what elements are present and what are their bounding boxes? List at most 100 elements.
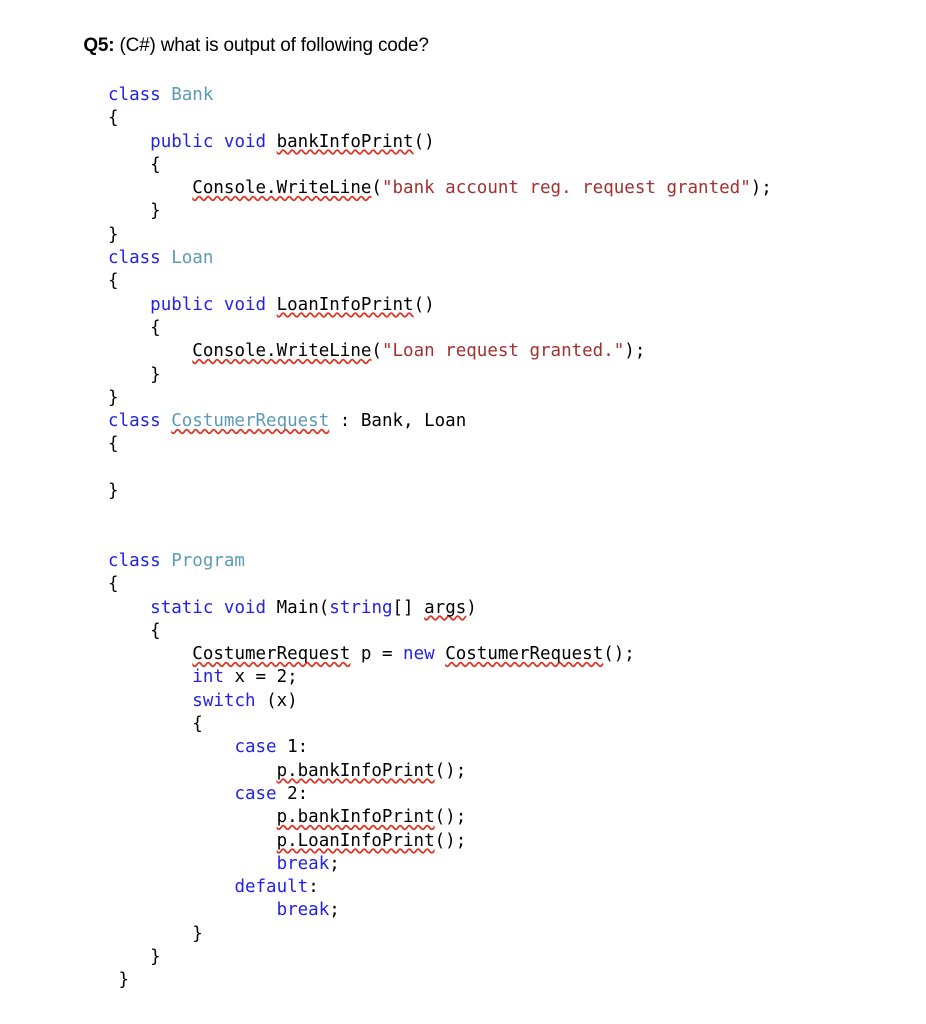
code-token: ; bbox=[329, 900, 340, 921]
code-token: { bbox=[108, 108, 119, 129]
code-token: class bbox=[108, 85, 172, 105]
code-token: class bbox=[108, 248, 172, 269]
code-token: ( bbox=[371, 178, 382, 199]
code-token: (); bbox=[434, 760, 467, 781]
code-token: } bbox=[150, 946, 161, 967]
code-token: (x) bbox=[266, 690, 298, 711]
code-token: 2: bbox=[287, 783, 309, 804]
code-line: class Program bbox=[108, 550, 772, 573]
code-line: } bbox=[108, 364, 772, 387]
code-line: Console.WriteLine("bank account reg. req… bbox=[108, 177, 772, 200]
code-token: { bbox=[150, 154, 161, 175]
code-token-flagged: CostumerRequest bbox=[171, 411, 330, 432]
code-line: CostumerRequest p = new CostumerRequest(… bbox=[108, 643, 772, 666]
code-line: } bbox=[108, 923, 772, 946]
code-token: { bbox=[108, 574, 119, 595]
code-token-flagged: CostumerRequest bbox=[445, 644, 604, 665]
code-line: { bbox=[108, 317, 772, 340]
code-token: } bbox=[108, 970, 130, 991]
code-line: static void Main(string[] args) bbox=[108, 597, 772, 620]
code-token-flagged: CostumerRequest bbox=[192, 644, 351, 665]
question-text: (C#) what is output of following code? bbox=[114, 35, 429, 56]
code-line: default: bbox=[108, 876, 772, 899]
code-token: { bbox=[192, 714, 203, 735]
code-token: new bbox=[403, 644, 446, 665]
code-token: public bbox=[150, 131, 224, 152]
question-number: Q5: bbox=[83, 35, 115, 56]
code-token: (); bbox=[434, 830, 467, 851]
code-token: ); bbox=[624, 341, 646, 362]
code-line: p.bankInfoPrint(); bbox=[108, 806, 772, 829]
code-line: p.LoanInfoPrint(); bbox=[108, 830, 772, 853]
code-token: class bbox=[108, 550, 172, 571]
code-token: default bbox=[234, 877, 309, 898]
question-prompt: Q5: (C#) what is output of following cod… bbox=[63, 10, 429, 82]
code-line: { bbox=[108, 107, 772, 130]
code-line: class CostumerRequest : Bank, Loan bbox=[108, 410, 772, 433]
code-token: } bbox=[108, 387, 119, 408]
code-token-flagged: Console.WriteLine bbox=[192, 178, 372, 199]
code-line: } bbox=[108, 969, 772, 992]
code-token-flagged: p.bankInfoPrint bbox=[276, 760, 435, 781]
code-line: case 2: bbox=[108, 783, 772, 806]
code-listing: class Bank{ public void bankInfoPrint() … bbox=[108, 84, 772, 993]
code-line: case 1: bbox=[108, 736, 772, 759]
code-token: x = 2; bbox=[234, 667, 298, 688]
code-token: Main( bbox=[276, 597, 330, 618]
code-token: [] bbox=[392, 597, 425, 618]
code-token: : Bank, Loan bbox=[329, 411, 467, 432]
code-line: class Bank bbox=[108, 84, 772, 107]
code-line: class Loan bbox=[108, 247, 772, 270]
code-token: (); bbox=[603, 644, 635, 665]
code-token: } bbox=[108, 224, 119, 245]
code-line: switch (x) bbox=[108, 690, 772, 713]
code-token: () bbox=[413, 294, 435, 315]
code-token: "bank account reg. request granted" bbox=[381, 178, 751, 199]
code-token: } bbox=[150, 364, 161, 385]
code-line: public void LoanInfoPrint() bbox=[108, 294, 772, 317]
code-token-flagged: args bbox=[424, 597, 467, 618]
code-token: static bbox=[150, 597, 224, 618]
code-line: { bbox=[108, 270, 772, 293]
code-line: int x = 2; bbox=[108, 666, 772, 689]
code-token: break bbox=[276, 853, 330, 874]
code-token: string bbox=[329, 597, 393, 618]
code-line: } bbox=[108, 224, 772, 247]
code-token-flagged: Console.WriteLine bbox=[192, 341, 372, 362]
code-token-flagged: LoanInfoPrint bbox=[276, 294, 414, 315]
code-token: 1: bbox=[287, 737, 309, 758]
code-token: } bbox=[150, 201, 161, 222]
code-token: ( bbox=[371, 341, 382, 362]
code-token: Program bbox=[171, 550, 245, 571]
code-token: int bbox=[192, 667, 235, 688]
code-token: { bbox=[108, 271, 119, 292]
code-token: : bbox=[308, 877, 319, 898]
code-token: case bbox=[234, 783, 288, 804]
code-line: break; bbox=[108, 853, 772, 876]
code-token: (); bbox=[434, 807, 467, 828]
code-line: } bbox=[108, 946, 772, 969]
code-token: ); bbox=[750, 178, 772, 199]
code-token: { bbox=[150, 317, 161, 338]
code-token-flagged: p.bankInfoPrint bbox=[276, 807, 435, 828]
code-line: Console.WriteLine("Loan request granted.… bbox=[108, 340, 772, 363]
code-token: ; bbox=[329, 853, 340, 874]
code-token: void bbox=[223, 597, 277, 618]
code-token: { bbox=[150, 620, 161, 641]
code-token-flagged: bankInfoPrint bbox=[276, 131, 414, 152]
code-token: switch bbox=[192, 690, 267, 711]
code-token: p = bbox=[350, 644, 404, 665]
code-token: class bbox=[108, 411, 172, 432]
code-token: () bbox=[413, 131, 435, 152]
code-line: { bbox=[108, 433, 772, 456]
code-line: { bbox=[108, 713, 772, 736]
code-token: public bbox=[150, 294, 224, 315]
code-line: break; bbox=[108, 899, 772, 922]
code-line: { bbox=[108, 154, 772, 177]
code-token: } bbox=[108, 481, 119, 502]
code-line: } bbox=[108, 200, 772, 223]
code-token: break bbox=[276, 900, 330, 921]
